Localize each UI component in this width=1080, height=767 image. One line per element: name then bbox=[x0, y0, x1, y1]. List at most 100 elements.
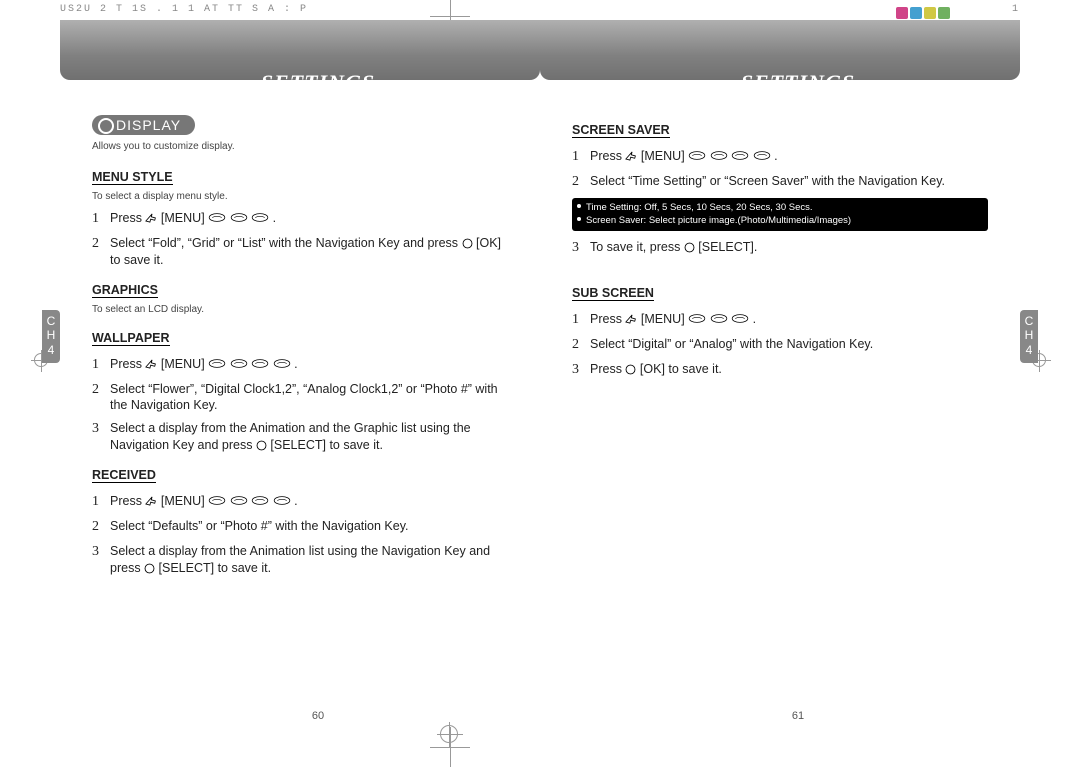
screen-saver-steps-a: 1 Press [MENU] . 2 Select “Time Setting”… bbox=[572, 148, 988, 192]
step-number: 3 bbox=[92, 420, 110, 454]
step-number: 2 bbox=[92, 235, 110, 269]
select-key-icon bbox=[625, 364, 636, 375]
step: 2 Select “Defaults” or “Photo #” with th… bbox=[92, 518, 508, 537]
key-icon bbox=[273, 358, 291, 369]
step: 3 Select a display from the Animation an… bbox=[92, 420, 508, 454]
step-text: Press [MENU] . bbox=[590, 148, 988, 167]
step-text: Select a display from the Animation and … bbox=[110, 420, 508, 454]
step: 2 Select “Time Setting” or “Screen Saver… bbox=[572, 173, 988, 192]
display-badge: DISPLAY bbox=[92, 115, 195, 135]
step-text: Select “Time Setting” or “Screen Saver” … bbox=[590, 173, 988, 192]
step-text: Press [OK] to save it. bbox=[590, 361, 988, 380]
step-text: Press [MENU] . bbox=[110, 493, 508, 512]
select-key-icon bbox=[256, 440, 267, 451]
bullet-icon bbox=[577, 217, 581, 221]
step-number: 2 bbox=[92, 518, 110, 537]
step-number: 3 bbox=[572, 239, 590, 258]
step: 1 Press [MENU] . bbox=[92, 493, 508, 512]
step-text: Select “Defaults” or “Photo #” with the … bbox=[110, 518, 508, 537]
step-text: Select “Fold”, “Grid” or “List” with the… bbox=[110, 235, 508, 269]
step-text: Press [MENU] . bbox=[590, 311, 988, 330]
display-intro: Allows you to customize display. bbox=[92, 141, 508, 152]
sub-screen-steps: 1 Press [MENU] . 2 Select “Digital” or “… bbox=[572, 311, 988, 380]
step: 1 Press [MENU] . bbox=[572, 148, 988, 167]
key-icon bbox=[731, 313, 749, 324]
step: 2 Select “Digital” or “Analog” with the … bbox=[572, 336, 988, 355]
step-number: 3 bbox=[572, 361, 590, 380]
step-text: Select “Flower”, “Digital Clock1,2”, “An… bbox=[110, 381, 508, 415]
section-menu-style: MENU STYLE bbox=[92, 170, 173, 185]
key-icon bbox=[251, 358, 269, 369]
step-text: Press [MENU] . bbox=[110, 210, 508, 229]
step-number: 1 bbox=[572, 148, 590, 167]
graphics-note: To select an LCD display. bbox=[92, 304, 508, 315]
page-left: SETTINGS C H 4 DISPLAY Allows you to cus… bbox=[60, 50, 540, 728]
menu-arrow-icon bbox=[145, 495, 157, 507]
page-title: SETTINGS bbox=[558, 70, 1038, 96]
menu-arrow-icon bbox=[145, 358, 157, 370]
key-icon bbox=[230, 212, 248, 223]
key-icon bbox=[710, 313, 728, 324]
step-number: 2 bbox=[92, 381, 110, 415]
menu-arrow-icon bbox=[625, 150, 637, 162]
section-received: RECEIVED bbox=[92, 468, 156, 483]
menu-arrow-icon bbox=[145, 212, 157, 224]
screen-saver-steps-b: 3 To save it, press [SELECT]. bbox=[572, 239, 988, 258]
page-number-left: 60 bbox=[78, 710, 558, 722]
key-icon bbox=[753, 150, 771, 161]
page-number-right: 61 bbox=[558, 710, 1038, 722]
file-code-header: US2U 2 T 1S . 1 1 AT TT S A : P 1 bbox=[60, 4, 1020, 15]
key-icon bbox=[273, 495, 291, 506]
step: 1 Press [MENU] . bbox=[92, 210, 508, 229]
section-graphics: GRAPHICS bbox=[92, 283, 158, 298]
spread: SETTINGS C H 4 DISPLAY Allows you to cus… bbox=[60, 50, 1020, 728]
key-icon bbox=[208, 212, 226, 223]
step-number: 2 bbox=[572, 336, 590, 355]
chapter-tab: C H 4 bbox=[42, 310, 60, 363]
screen-saver-note: Time Setting: Off, 5 Secs, 10 Secs, 20 S… bbox=[572, 198, 988, 232]
note-line: Time Setting: Off, 5 Secs, 10 Secs, 20 S… bbox=[586, 202, 982, 215]
step-text: Select “Digital” or “Analog” with the Na… bbox=[590, 336, 988, 355]
step-number: 2 bbox=[572, 173, 590, 192]
step: 1 Press [MENU] . bbox=[92, 356, 508, 375]
key-icon bbox=[208, 495, 226, 506]
menu-style-note: To select a display menu style. bbox=[92, 191, 508, 202]
step-number: 1 bbox=[92, 493, 110, 512]
step: 3 Press [OK] to save it. bbox=[572, 361, 988, 380]
select-key-icon bbox=[144, 563, 155, 574]
step-number: 1 bbox=[92, 210, 110, 229]
color-registration-icons bbox=[896, 7, 950, 19]
section-wallpaper: WALLPAPER bbox=[92, 331, 170, 346]
section-screen-saver: SCREEN SAVER bbox=[572, 123, 670, 138]
page-right-content: SCREEN SAVER 1 Press [MENU] . 2 Select “… bbox=[572, 115, 988, 698]
page-left-content: DISPLAY Allows you to customize display.… bbox=[92, 115, 508, 698]
step: 3 Select a display from the Animation li… bbox=[92, 543, 508, 577]
step-text: Select a display from the Animation list… bbox=[110, 543, 508, 577]
menu-style-steps: 1 Press [MENU] . 2 Select “Fold”, “Grid”… bbox=[92, 210, 508, 269]
key-icon bbox=[230, 495, 248, 506]
key-icon bbox=[688, 313, 706, 324]
key-icon bbox=[251, 495, 269, 506]
step-number: 3 bbox=[92, 543, 110, 577]
key-icon bbox=[710, 150, 728, 161]
step-text: To save it, press [SELECT]. bbox=[590, 239, 988, 258]
step: 1 Press [MENU] . bbox=[572, 311, 988, 330]
received-steps: 1 Press [MENU] . 2 Select “Defaults” or … bbox=[92, 493, 508, 577]
key-icon bbox=[688, 150, 706, 161]
page-title: SETTINGS bbox=[78, 70, 558, 96]
wallpaper-steps: 1 Press [MENU] . 2 Select “Flower”, “Dig… bbox=[92, 356, 508, 454]
bullet-icon bbox=[577, 204, 581, 208]
top-right-number: 1 bbox=[1012, 4, 1020, 15]
note-line: Screen Saver: Select picture image.(Phot… bbox=[586, 215, 982, 228]
step-text: Press [MENU] . bbox=[110, 356, 508, 375]
step: 2 Select “Flower”, “Digital Clock1,2”, “… bbox=[92, 381, 508, 415]
step-number: 1 bbox=[92, 356, 110, 375]
key-icon bbox=[731, 150, 749, 161]
step: 2 Select “Fold”, “Grid” or “List” with t… bbox=[92, 235, 508, 269]
key-icon bbox=[208, 358, 226, 369]
key-icon bbox=[230, 358, 248, 369]
step: 3 To save it, press [SELECT]. bbox=[572, 239, 988, 258]
section-sub-screen: SUB SCREEN bbox=[572, 286, 654, 301]
key-icon bbox=[251, 212, 269, 223]
menu-arrow-icon bbox=[625, 313, 637, 325]
